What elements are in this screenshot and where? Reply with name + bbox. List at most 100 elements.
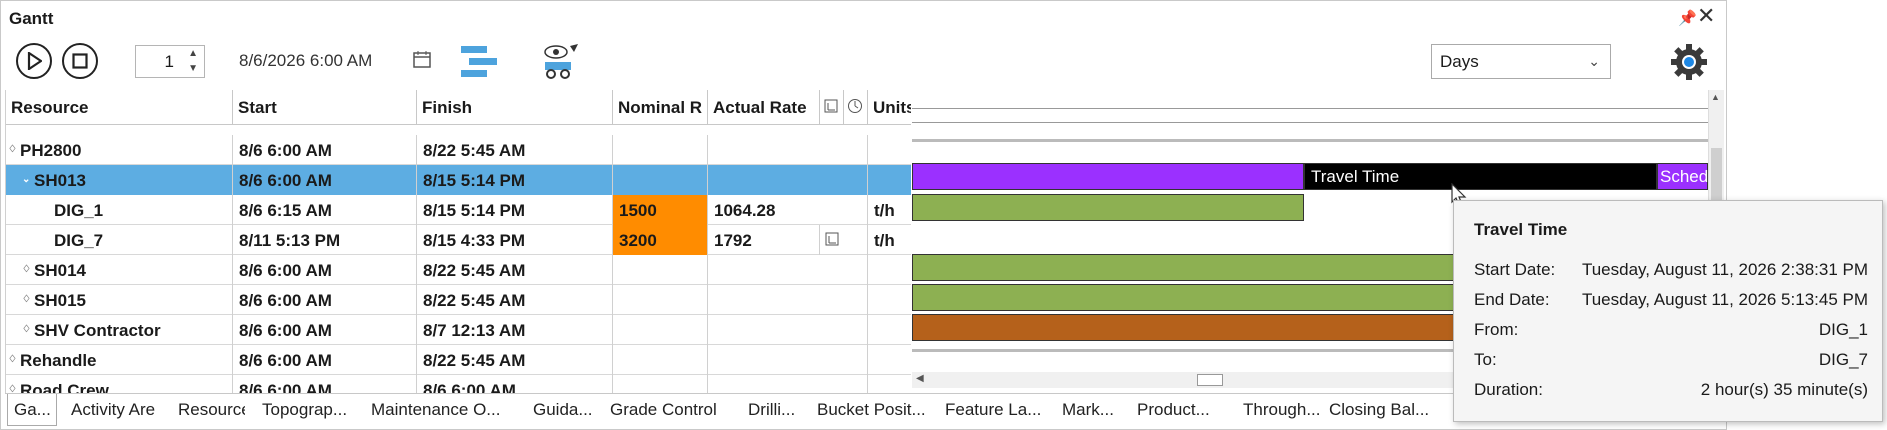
nominal-cell[interactable]: 1500 bbox=[613, 195, 708, 225]
play-icon bbox=[27, 52, 42, 70]
tab-bucket-positions[interactable]: Bucket Posit... bbox=[817, 394, 937, 426]
gantt-bar-scheduled[interactable]: Sched bbox=[1657, 163, 1708, 190]
pin-icon[interactable]: 📌 bbox=[1678, 9, 1697, 27]
units-cell bbox=[868, 345, 911, 375]
resource-cell: ♢ Rehandle bbox=[6, 345, 233, 375]
tab-markers[interactable]: Mark... bbox=[1062, 394, 1122, 426]
tab-closing-balance[interactable]: Closing Bal... bbox=[1329, 394, 1454, 426]
tab-resources[interactable]: Resource bbox=[178, 394, 245, 426]
table-row[interactable]: DIG_7 8/11 5:13 PM 8/15 4:33 PM 3200 179… bbox=[6, 225, 911, 255]
settings-gear-icon[interactable] bbox=[1669, 42, 1709, 82]
current-datetime: 8/6/2026 6:00 AM bbox=[239, 51, 373, 70]
col-header-units[interactable]: Units bbox=[868, 90, 911, 125]
timeline-divider bbox=[912, 108, 1708, 109]
table-row[interactable]: DIG_1 8/6 6:15 AM 8/15 5:14 PM 1500 1064… bbox=[6, 195, 911, 225]
col-header-start[interactable]: Start bbox=[233, 90, 417, 125]
tab-guidance[interactable]: Guida... bbox=[533, 394, 605, 426]
chevron-down-icon: ⌄ bbox=[1588, 53, 1600, 69]
resource-grid: Resource Start Finish Nominal R Actual R… bbox=[5, 90, 911, 394]
resource-cell: ♢ PH2800 bbox=[6, 135, 233, 165]
gantt-bar-dig1[interactable] bbox=[912, 194, 1304, 221]
finish-cell: 8/22 5:45 AM bbox=[417, 135, 613, 165]
table-row[interactable]: ♢ SH014 8/6 6:00 AM 8/22 5:45 AM bbox=[6, 255, 911, 285]
units-cell bbox=[868, 255, 911, 285]
chart-flag-icon[interactable] bbox=[820, 225, 868, 255]
expand-icon[interactable]: ♢ bbox=[8, 354, 20, 365]
tab-maintenance[interactable]: Maintenance O... bbox=[371, 394, 521, 426]
tab-gantt[interactable]: Ga... bbox=[7, 394, 57, 426]
horizontal-scroll-thumb[interactable] bbox=[1197, 374, 1223, 386]
resource-cell: ⌄ SH013 bbox=[6, 165, 233, 195]
finish-cell: 8/15 4:33 PM bbox=[417, 225, 613, 255]
tab-drilling[interactable]: Drilli... bbox=[748, 394, 808, 426]
col-header-finish[interactable]: Finish bbox=[417, 90, 613, 125]
units-cell bbox=[868, 135, 911, 165]
tooltip-value: Tuesday, August 11, 2026 5:13:45 PM bbox=[1581, 290, 1868, 309]
timeline-divider bbox=[912, 122, 1708, 123]
tab-topography[interactable]: Topograp... bbox=[262, 394, 382, 426]
col-header-nominal-rate[interactable]: Nominal R bbox=[613, 90, 708, 125]
tooltip-key: From: bbox=[1474, 320, 1519, 339]
time-scale-select[interactable]: Days ⌄ bbox=[1431, 44, 1611, 79]
tab-activity-areas[interactable]: Activity Are bbox=[71, 394, 167, 426]
table-row[interactable]: ♢ PH2800 8/6 6:00 AM 8/22 5:45 AM bbox=[6, 135, 911, 165]
gantt-bar-travel-time[interactable]: Travel Time bbox=[1304, 163, 1657, 190]
resource-cell: ♢ Road Crew bbox=[6, 375, 233, 394]
nominal-cell[interactable]: 3200 bbox=[613, 225, 708, 255]
expand-icon[interactable]: ♢ bbox=[22, 294, 34, 305]
expand-icon[interactable]: ♢ bbox=[22, 324, 34, 335]
gantt-bar-sh013-work[interactable] bbox=[912, 163, 1304, 190]
speed-value: 1 bbox=[164, 52, 174, 71]
collapse-icon[interactable]: ⌄ bbox=[22, 174, 34, 185]
col-header-resource[interactable]: Resource bbox=[6, 90, 233, 125]
sched-label: Sched bbox=[1660, 167, 1708, 186]
tab-grade-control[interactable]: Grade Control bbox=[610, 394, 740, 426]
group-bar-ph2800 bbox=[912, 139, 1708, 142]
actual-cell bbox=[708, 285, 868, 315]
units-cell bbox=[868, 315, 911, 345]
start-cell: 8/6 6:00 AM bbox=[233, 135, 417, 165]
resource-cell: ♢ SHV Contractor bbox=[6, 315, 233, 345]
calendar-icon[interactable] bbox=[412, 49, 432, 69]
table-row[interactable]: ♢ SHV Contractor 8/6 6:00 AM 8/7 12:13 AM bbox=[6, 315, 911, 345]
tooltip-value: DIG_7 bbox=[1818, 350, 1868, 369]
watch-truck-icon[interactable] bbox=[539, 41, 581, 83]
expand-icon[interactable]: ♢ bbox=[8, 144, 20, 155]
tooltip-row: End Date: Tuesday, August 11, 2026 5:13:… bbox=[1474, 290, 1868, 312]
table-row[interactable]: ♢ Rehandle 8/6 6:00 AM 8/22 5:45 AM bbox=[6, 345, 911, 375]
tab-throughput[interactable]: Through... bbox=[1243, 394, 1333, 426]
spin-down-icon[interactable]: ▼ bbox=[188, 63, 198, 74]
table-row[interactable]: ♢ SH015 8/6 6:00 AM 8/22 5:45 AM bbox=[6, 285, 911, 315]
tooltip-row: From: DIG_1 bbox=[1474, 320, 1868, 342]
nominal-cell bbox=[613, 315, 708, 345]
scroll-left-icon[interactable]: ◀ bbox=[916, 373, 924, 384]
travel-time-tooltip: Travel Time Start Date: Tuesday, August … bbox=[1453, 200, 1883, 422]
actual-cell bbox=[708, 315, 868, 345]
col-header-chart-icon[interactable] bbox=[820, 90, 844, 125]
scroll-up-icon[interactable]: ▲ bbox=[1711, 92, 1720, 102]
nominal-cell bbox=[613, 255, 708, 285]
tab-production[interactable]: Product... bbox=[1137, 394, 1227, 426]
table-row[interactable]: ♢ Road Crew 8/6 6:00 AM 8/6 6:00 AM bbox=[6, 375, 911, 394]
finish-cell: 8/7 12:13 AM bbox=[417, 315, 613, 345]
actual-cell bbox=[708, 345, 868, 375]
nominal-cell bbox=[613, 165, 708, 195]
stop-button[interactable] bbox=[62, 43, 98, 79]
start-cell: 8/11 5:13 PM bbox=[233, 225, 417, 255]
col-header-actual-rate[interactable]: Actual Rate bbox=[708, 90, 820, 125]
table-row-selected[interactable]: ⌄ SH013 8/6 6:00 AM 8/15 5:14 PM bbox=[6, 165, 911, 195]
expand-icon[interactable]: ♢ bbox=[22, 264, 34, 275]
nominal-cell bbox=[613, 135, 708, 165]
actual-cell: 1064.28 bbox=[708, 195, 868, 225]
gantt-view-icon[interactable] bbox=[458, 43, 500, 81]
travel-time-label: Travel Time bbox=[1311, 167, 1400, 186]
col-header-clock-icon[interactable] bbox=[844, 90, 868, 125]
spin-up-icon[interactable]: ▲ bbox=[188, 48, 198, 59]
play-button[interactable] bbox=[16, 43, 52, 79]
units-cell bbox=[868, 165, 911, 195]
close-icon[interactable]: ✕ bbox=[1697, 5, 1715, 27]
tab-feature-layers[interactable]: Feature La... bbox=[945, 394, 1055, 426]
finish-cell: 8/22 5:45 AM bbox=[417, 285, 613, 315]
speed-stepper[interactable]: 1 ▲ ▼ bbox=[135, 45, 205, 78]
units-cell bbox=[868, 375, 911, 394]
